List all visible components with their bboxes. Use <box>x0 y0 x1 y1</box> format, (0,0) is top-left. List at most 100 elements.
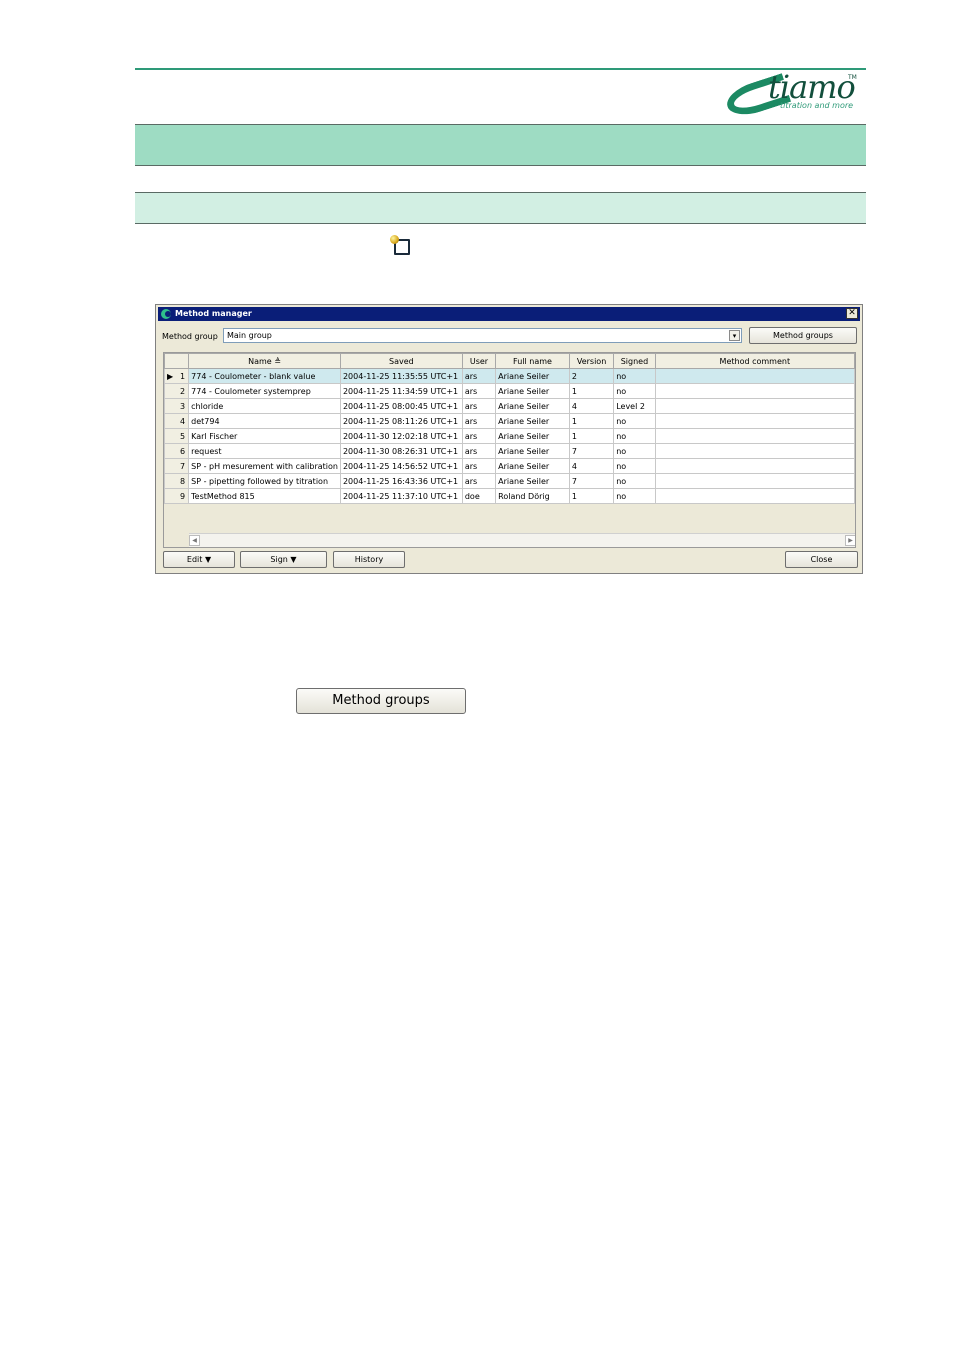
cell-name: TestMethod 815 <box>188 488 341 504</box>
window-close-icon[interactable]: ✕ <box>846 308 858 319</box>
cell-comment <box>654 488 855 504</box>
cell-user: ars <box>461 458 497 474</box>
cell-saved: 2004-11-30 12:02:18 UTC+1 <box>339 428 463 444</box>
row-number: 9 <box>180 491 186 501</box>
cell-version: 2 <box>568 368 615 384</box>
cell-full-name: Roland Dörig <box>495 488 570 504</box>
method-groups-button-large[interactable]: Method groups <box>296 688 466 714</box>
cell-comment <box>654 398 855 414</box>
table-row[interactable]: 2 774 - Coulometer systemprep 2004-11-25 1… <box>164 383 855 399</box>
row-number-cell[interactable]: 8 <box>164 473 190 489</box>
cell-full-name: Ariane Seiler <box>495 368 570 384</box>
row-number: 5 <box>180 431 186 441</box>
subheading-band <box>135 192 866 224</box>
method-group-value: Main group <box>227 331 272 340</box>
column-header-signed[interactable]: Signed <box>613 353 656 369</box>
cell-comment <box>654 473 855 489</box>
cell-name: request <box>188 443 341 459</box>
close-button[interactable]: Close <box>785 551 858 568</box>
cell-comment <box>654 443 855 459</box>
table-row[interactable]: 4 det794 2004-11-25 08:11:26 UTC+1 ars Arian… <box>164 413 855 429</box>
cell-comment <box>654 428 855 444</box>
heading-band <box>135 124 866 166</box>
table-row[interactable]: 3 chloride 2004-11-25 08:00:45 UTC+1 ars Ari… <box>164 398 855 414</box>
method-table-grid: Name ≜ Saved User Full name Version Signed Met… <box>164 353 855 504</box>
cell-signed: no <box>613 368 656 384</box>
column-header-name[interactable]: Name ≜ <box>188 353 341 369</box>
row-number-cell[interactable]: 4 <box>164 413 190 429</box>
cell-version: 1 <box>568 428 615 444</box>
cell-signed: no <box>613 458 656 474</box>
cell-full-name: Ariane Seiler <box>495 383 570 399</box>
row-number-cell[interactable]: 3 <box>164 398 190 414</box>
method-group-label: Method group <box>162 332 218 341</box>
row-number-cell[interactable]: 5 <box>164 428 190 444</box>
cell-user: ars <box>461 368 497 384</box>
row-number-cell[interactable]: 9 <box>164 488 190 504</box>
cell-version: 7 <box>568 473 615 489</box>
column-header-user[interactable]: User <box>461 353 497 369</box>
cell-version: 4 <box>568 398 615 414</box>
row-number-cell[interactable]: 2 <box>164 383 190 399</box>
scroll-right-icon[interactable]: ▶ <box>845 535 855 546</box>
cell-saved: 2004-11-25 14:56:52 UTC+1 <box>339 458 463 474</box>
window-title: Method manager <box>175 309 252 318</box>
scroll-left-icon[interactable]: ◀ <box>189 535 200 546</box>
history-button[interactable]: History <box>333 551 405 568</box>
cell-saved: 2004-11-25 11:35:55 UTC+1 <box>339 368 463 384</box>
title-bar: Method manager ✕ <box>158 307 860 321</box>
cell-name: 774 - Coulometer systemprep <box>188 383 341 399</box>
dropdown-arrow-icon[interactable]: ▾ <box>729 330 740 341</box>
row-number-cell[interactable]: 7 <box>164 458 190 474</box>
method-groups-button[interactable]: Method groups <box>749 327 857 344</box>
cell-version: 4 <box>568 458 615 474</box>
cell-full-name: Ariane Seiler <box>495 473 570 489</box>
cell-name: SP - pipetting followed by titration <box>188 473 341 489</box>
logo-tagline: titration and more <box>780 101 854 110</box>
sign-menu-button[interactable]: Sign ▼ <box>240 551 327 568</box>
table-row[interactable]: 7 SP - pH mesurement with calibration 2004… <box>164 458 855 474</box>
cell-signed: no <box>613 443 656 459</box>
method-group-select[interactable]: Main group ▾ <box>223 328 742 343</box>
cell-saved: 2004-11-25 11:37:10 UTC+1 <box>339 488 463 504</box>
cell-full-name: Ariane Seiler <box>495 458 570 474</box>
cell-saved: 2004-11-30 08:26:31 UTC+1 <box>339 443 463 459</box>
row-number: 6 <box>180 446 186 456</box>
method-table: Name ≜ Saved User Full name Version Signed Met… <box>163 352 856 548</box>
row-number-cell[interactable]: ▶ 1 <box>164 368 190 384</box>
cell-signed: no <box>613 488 656 504</box>
column-header-method-comment[interactable]: Method comment <box>654 353 855 369</box>
cell-signed: no <box>613 383 656 399</box>
header-rule <box>135 68 866 70</box>
cell-user: ars <box>461 428 497 444</box>
cell-user: ars <box>461 473 497 489</box>
horizontal-scrollbar[interactable]: ◀ ▶ <box>189 533 855 547</box>
cell-user: ars <box>461 413 497 429</box>
row-number: 3 <box>180 401 186 411</box>
column-header-version[interactable]: Version <box>568 353 615 369</box>
cell-user: ars <box>461 383 497 399</box>
tiamo-logo: tiamo TM titration and more <box>722 68 868 121</box>
cell-user: doe <box>461 488 497 504</box>
table-row[interactable]: 9 TestMethod 815 2004-11-25 11:37:10 UTC+1… <box>164 488 855 504</box>
column-header-saved[interactable]: Saved <box>339 353 463 369</box>
row-number: 4 <box>180 416 186 426</box>
cell-saved: 2004-11-25 16:43:36 UTC+1 <box>339 473 463 489</box>
row-number-cell[interactable]: 6 <box>164 443 190 459</box>
cell-name: 774 - Coulometer - blank value <box>188 368 341 384</box>
table-row[interactable]: 5 Karl Fischer 2004-11-30 12:02:18 UTC+1 ar… <box>164 428 855 444</box>
cell-saved: 2004-11-25 11:34:59 UTC+1 <box>339 383 463 399</box>
table-row[interactable]: 8 SP - pipetting followed by titration 200… <box>164 473 855 489</box>
table-row[interactable]: 6 request 2004-11-30 08:26:31 UTC+1 ars Aria… <box>164 443 855 459</box>
app-icon <box>161 309 171 319</box>
cell-comment <box>654 383 855 399</box>
column-header-full-name[interactable]: Full name <box>495 353 570 369</box>
cell-saved: 2004-11-25 08:11:26 UTC+1 <box>339 413 463 429</box>
cell-full-name: Ariane Seiler <box>495 443 570 459</box>
edit-menu-button[interactable]: Edit ▼ <box>163 551 235 568</box>
method-manager-window: Method manager ✕ Method group Main group… <box>155 304 863 574</box>
cell-name: SP - pH mesurement with calibration <box>188 458 341 474</box>
table-row[interactable]: ▶ 1 774 - Coulometer - blank value 2004-11-… <box>164 368 855 384</box>
table-header-row: Name ≜ Saved User Full name Version Signed Met… <box>164 353 855 369</box>
column-header-rownum[interactable] <box>164 353 190 369</box>
